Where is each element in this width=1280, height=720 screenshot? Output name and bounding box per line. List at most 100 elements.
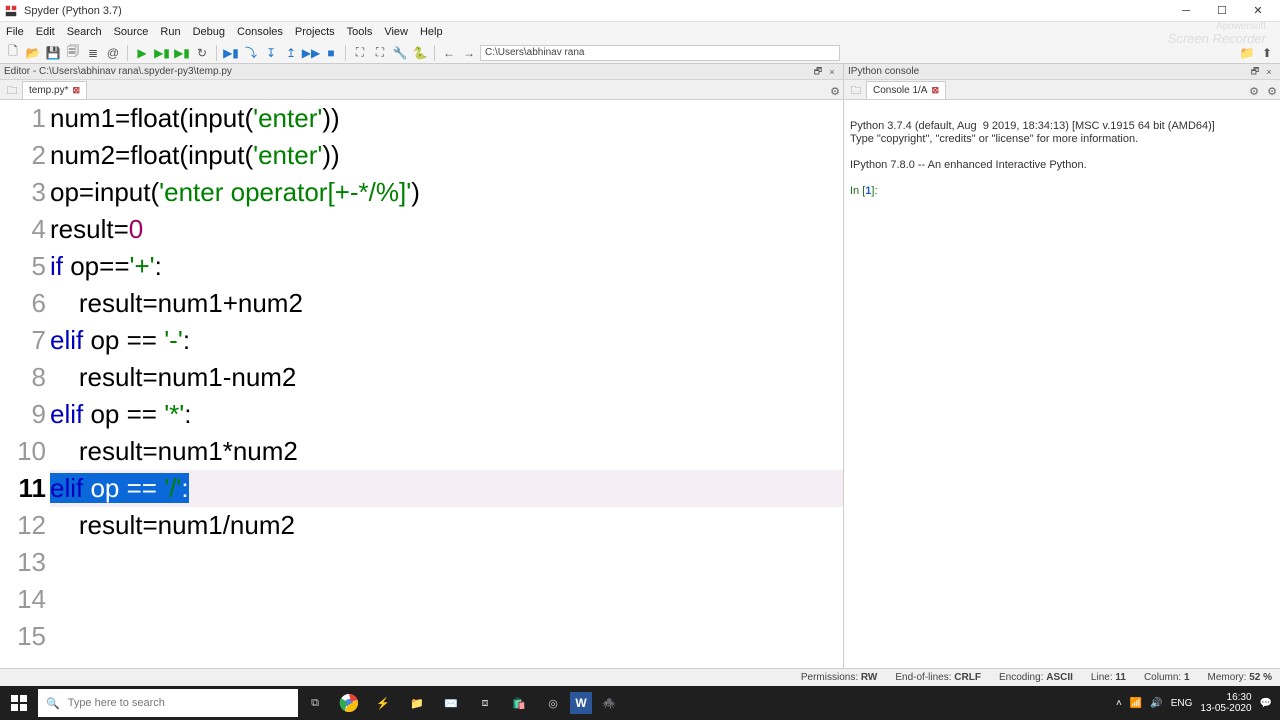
- working-dir-field[interactable]: C:\Users\abhinav rana: [480, 45, 840, 61]
- at-icon[interactable]: @: [104, 44, 122, 62]
- volume-icon[interactable]: 🔊: [1150, 698, 1162, 709]
- maximize-button[interactable]: ☐: [1204, 1, 1240, 21]
- list-icon[interactable]: ≣: [84, 44, 102, 62]
- editor-pane: Editor - C:\Users\abhinav rana\.spyder-p…: [0, 64, 844, 668]
- forward-icon[interactable]: →: [460, 44, 478, 62]
- code-line[interactable]: result=num1-num2: [50, 359, 843, 396]
- gmail-icon[interactable]: ✉️: [434, 686, 468, 720]
- code-line[interactable]: result=num1+num2: [50, 285, 843, 322]
- browse-dir-icon[interactable]: 📁: [1238, 44, 1256, 62]
- code-line[interactable]: result=num1*num2: [50, 433, 843, 470]
- parent-dir-icon[interactable]: ⬆: [1258, 44, 1276, 62]
- console-pane: IPython console 🗗 × 🗀 Console 1/A ⊠ ⚙ ⚙ …: [844, 64, 1280, 668]
- window-titlebar: Spyder (Python 3.7) ─ ☐ ✕: [0, 0, 1280, 22]
- code-line[interactable]: result=num1/num2: [50, 507, 843, 544]
- console-pane-header: IPython console 🗗 ×: [844, 64, 1280, 80]
- pane-close-icon[interactable]: ×: [1262, 66, 1276, 78]
- run-cell-advance-icon[interactable]: ▶▮: [173, 44, 191, 62]
- run-icon[interactable]: ▶: [133, 44, 151, 62]
- wifi-icon[interactable]: 📶: [1130, 698, 1142, 709]
- dropbox-icon[interactable]: ⧈: [468, 686, 502, 720]
- steam-icon[interactable]: ◎: [536, 686, 570, 720]
- tray-expand-icon[interactable]: ˄: [1116, 698, 1122, 709]
- store-icon[interactable]: 🛍️: [502, 686, 536, 720]
- pane-close-icon[interactable]: ×: [825, 66, 839, 78]
- taskbar-search[interactable]: 🔍 Type here to search: [38, 689, 298, 717]
- options-icon[interactable]: ⚙: [1264, 83, 1280, 99]
- menu-projects[interactable]: Projects: [295, 26, 335, 38]
- code-line[interactable]: elif op == '*':: [50, 396, 843, 433]
- word-icon[interactable]: W: [570, 692, 592, 714]
- code-line[interactable]: [50, 581, 843, 618]
- tab-console-1a[interactable]: Console 1/A ⊠: [866, 81, 946, 99]
- file-explorer-icon[interactable]: 📁: [400, 686, 434, 720]
- save-icon[interactable]: 💾: [44, 44, 62, 62]
- taskbar-clock[interactable]: 16:30 13-05-2020: [1200, 692, 1251, 714]
- chrome-icon[interactable]: [332, 686, 366, 720]
- step-out-icon[interactable]: ↥: [282, 44, 300, 62]
- menubar: File Edit Search Source Run Debug Consol…: [0, 22, 1280, 42]
- step-over-icon[interactable]: ⤵: [242, 44, 260, 62]
- menu-debug[interactable]: Debug: [193, 26, 225, 38]
- minimize-button[interactable]: ─: [1168, 1, 1204, 21]
- code-line[interactable]: [50, 618, 843, 655]
- code-area[interactable]: num1=float(input('enter'))num2=float(inp…: [50, 100, 843, 668]
- notifications-icon[interactable]: 💬: [1260, 698, 1272, 709]
- code-line[interactable]: elif op == '-':: [50, 322, 843, 359]
- step-into-icon[interactable]: ↧: [262, 44, 280, 62]
- status-memory: Memory: 52 %: [1208, 672, 1272, 683]
- start-button[interactable]: [0, 686, 38, 720]
- back-icon[interactable]: ←: [440, 44, 458, 62]
- menu-run[interactable]: Run: [160, 26, 180, 38]
- console-browse-icon[interactable]: 🗀: [848, 83, 864, 99]
- gear-icon[interactable]: ⚙: [1246, 83, 1262, 99]
- toolbar: 🗋 📂 💾 🗐 ≣ @ ▶ ▶▮ ▶▮ ↻ ▶▮ ⤵ ↧ ↥ ▶▶ ■ ⛶ ⛶ …: [0, 42, 1280, 64]
- tab-temp-py[interactable]: temp.py* ⊠: [22, 81, 87, 99]
- console-output[interactable]: Python 3.7.4 (default, Aug 9 2019, 18:34…: [844, 100, 1280, 668]
- code-line[interactable]: num1=float(input('enter')): [50, 100, 843, 137]
- close-button[interactable]: ✕: [1240, 1, 1276, 21]
- spyder-taskbar-icon[interactable]: 🕷️: [592, 686, 626, 720]
- statusbar: Permissions: RW End-of-lines: CRLF Encod…: [0, 668, 1280, 686]
- gear-icon[interactable]: ⚙: [827, 83, 843, 99]
- pane-undock-icon[interactable]: 🗗: [811, 66, 825, 78]
- code-line[interactable]: [50, 544, 843, 581]
- rerun-icon[interactable]: ↻: [193, 44, 211, 62]
- preferences-icon[interactable]: 🔧: [391, 44, 409, 62]
- recorder-watermark: Apowersoft Screen Recorder: [1168, 22, 1266, 45]
- console-tabs: 🗀 Console 1/A ⊠ ⚙ ⚙: [844, 80, 1280, 100]
- code-editor[interactable]: 123456789101112131415 num1=float(input('…: [0, 100, 843, 668]
- language-indicator[interactable]: ENG: [1171, 698, 1193, 709]
- menu-view[interactable]: View: [384, 26, 408, 38]
- file-browse-icon[interactable]: 🗀: [4, 83, 20, 99]
- code-line[interactable]: op=input('enter operator[+-*/%]'): [50, 174, 843, 211]
- debug-play-icon[interactable]: ▶▮: [222, 44, 240, 62]
- menu-tools[interactable]: Tools: [347, 26, 373, 38]
- fullscreen-icon[interactable]: ⛶: [371, 44, 389, 62]
- pane-undock-icon[interactable]: 🗗: [1248, 66, 1262, 78]
- close-icon[interactable]: ⊠: [931, 85, 939, 96]
- code-line[interactable]: result=0: [50, 211, 843, 248]
- menu-consoles[interactable]: Consoles: [237, 26, 283, 38]
- menu-help[interactable]: Help: [420, 26, 443, 38]
- continue-icon[interactable]: ▶▶: [302, 44, 320, 62]
- stop-debug-icon[interactable]: ■: [322, 44, 340, 62]
- task-view-icon[interactable]: ⧉: [298, 686, 332, 720]
- new-file-icon[interactable]: 🗋: [4, 44, 22, 62]
- close-icon[interactable]: ⊠: [72, 85, 80, 96]
- app-icon[interactable]: ⚡: [366, 686, 400, 720]
- run-cell-icon[interactable]: ▶▮: [153, 44, 171, 62]
- python-path-icon[interactable]: 🐍: [411, 44, 429, 62]
- code-line[interactable]: if op=='+':: [50, 248, 843, 285]
- save-all-icon[interactable]: 🗐: [64, 44, 82, 62]
- code-line[interactable]: num2=float(input('enter')): [50, 137, 843, 174]
- open-file-icon[interactable]: 📂: [24, 44, 42, 62]
- tab-label: temp.py*: [29, 85, 68, 96]
- status-permissions: Permissions: RW: [801, 672, 878, 683]
- menu-source[interactable]: Source: [114, 26, 149, 38]
- maximize-pane-icon[interactable]: ⛶: [351, 44, 369, 62]
- menu-search[interactable]: Search: [67, 26, 102, 38]
- menu-edit[interactable]: Edit: [36, 26, 55, 38]
- menu-file[interactable]: File: [6, 26, 24, 38]
- code-line[interactable]: elif op == '/':: [50, 470, 843, 507]
